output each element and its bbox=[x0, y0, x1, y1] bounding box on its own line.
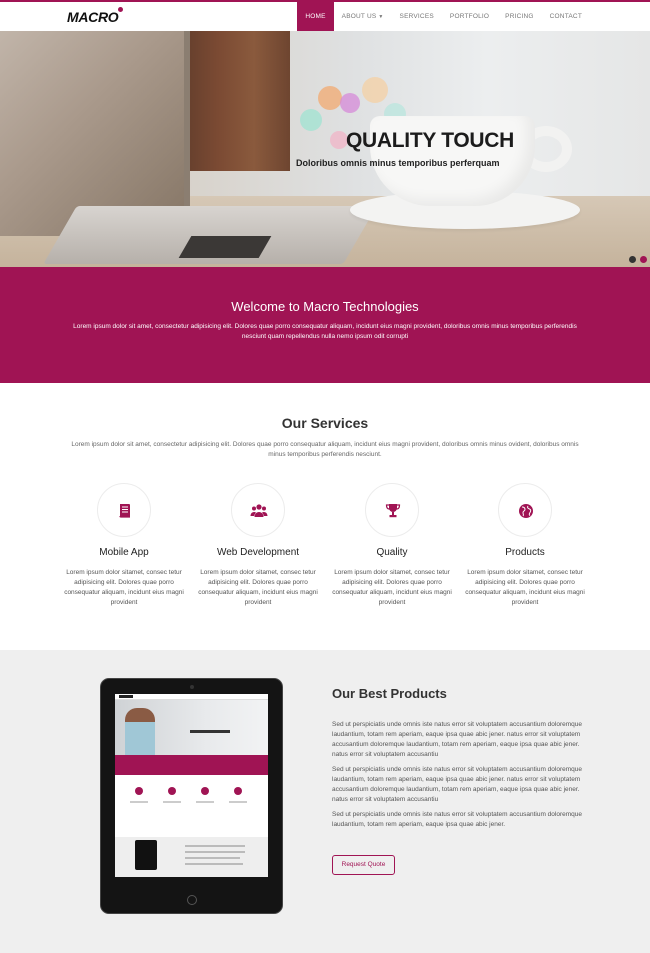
mini-logo bbox=[119, 695, 133, 698]
book-icon bbox=[119, 504, 130, 518]
mini-service-icon bbox=[168, 787, 176, 795]
service-text: Lorem ipsum dolor sitamet, consec tetur … bbox=[465, 569, 585, 606]
globe-icon bbox=[519, 504, 533, 518]
service-card-mobile-app: Mobile App Lorem ipsum dolor sitamet, co… bbox=[60, 483, 188, 608]
mini-service-line bbox=[196, 801, 214, 803]
tablet-mockup-image bbox=[100, 678, 283, 914]
mini-tablet bbox=[135, 840, 157, 870]
service-text: Lorem ipsum dolor sitamet, consec tetur … bbox=[64, 569, 184, 606]
nav-item-about-us-label: ABOUT US bbox=[341, 13, 377, 20]
mini-products bbox=[115, 837, 268, 877]
nav-item-contact[interactable]: CONTACT bbox=[542, 2, 590, 31]
service-title: Quality bbox=[376, 547, 408, 558]
bokeh-light bbox=[300, 109, 322, 131]
services-title: Our Services bbox=[281, 415, 369, 431]
service-icon-circle bbox=[498, 483, 552, 537]
welcome-text: Lorem ipsum dolor sit amet, consectetur … bbox=[73, 323, 577, 340]
service-text: Lorem ipsum dolor sitamet, consec tetur … bbox=[198, 569, 318, 606]
mini-service-line bbox=[229, 801, 247, 803]
products-title: Our Best Products bbox=[332, 686, 447, 701]
nav-item-portfolio[interactable]: PORTFOLIO bbox=[442, 2, 497, 31]
hero-title: QUALITY TOUCH bbox=[346, 129, 514, 152]
nav-item-home[interactable]: HOME bbox=[297, 2, 334, 31]
welcome-section: Welcome to Macro Technologies Lorem ipsu… bbox=[0, 267, 650, 383]
products-paragraph-3: Sed ut perspiciatis unde omnis iste natu… bbox=[332, 811, 583, 828]
nav-item-services[interactable]: SERVICES bbox=[392, 2, 442, 31]
bokeh-light bbox=[318, 86, 342, 110]
tablet-screen bbox=[115, 694, 268, 877]
service-title: Mobile App bbox=[99, 547, 149, 558]
trophy-icon bbox=[385, 504, 401, 518]
service-card-products: Products Lorem ipsum dolor sitamet, cons… bbox=[461, 483, 589, 608]
mini-welcome-band bbox=[115, 755, 268, 775]
service-icon-circle bbox=[97, 483, 151, 537]
slider-dot-1[interactable] bbox=[629, 256, 636, 263]
brand-logo[interactable]: MACRO bbox=[67, 7, 124, 25]
hero-keyboard-image bbox=[178, 236, 272, 258]
mini-service-icon bbox=[201, 787, 209, 795]
slider-dot-2[interactable] bbox=[640, 256, 647, 263]
request-quote-button[interactable]: Request Quote bbox=[332, 855, 395, 875]
caret-down-icon: ▼ bbox=[378, 14, 384, 20]
mini-hero-text bbox=[190, 730, 230, 733]
mini-service-line bbox=[163, 801, 181, 803]
mini-text-line bbox=[185, 863, 243, 865]
service-text: Lorem ipsum dolor sitamet, consec tetur … bbox=[332, 569, 452, 606]
users-icon bbox=[250, 504, 268, 517]
mini-services bbox=[115, 775, 268, 837]
hero-subtitle: Doloribus omnis minus temporibus perferq… bbox=[296, 158, 500, 168]
hero-slider: QUALITY TOUCH Doloribus omnis minus temp… bbox=[0, 31, 650, 267]
services-intro: Lorem ipsum dolor sit amet, consectetur … bbox=[71, 441, 579, 458]
tablet-home-button bbox=[187, 895, 197, 905]
products-paragraph-1: Sed ut perspiciatis unde omnis iste natu… bbox=[332, 721, 583, 758]
mini-text-line bbox=[185, 851, 245, 853]
service-icon-circle bbox=[231, 483, 285, 537]
service-title: Web Development bbox=[216, 547, 300, 558]
mini-hero bbox=[115, 700, 268, 755]
brand-name: MACRO bbox=[67, 9, 119, 25]
mini-service-icon bbox=[234, 787, 242, 795]
products-paragraph-2: Sed ut perspiciatis unde omnis iste natu… bbox=[332, 766, 583, 803]
mini-text-line bbox=[185, 845, 245, 847]
mini-text-line bbox=[185, 857, 240, 859]
mini-hero-person bbox=[125, 708, 155, 755]
top-navbar: MACRO HOME ABOUT US ▼ SERVICES PORTFOLIO … bbox=[0, 0, 650, 31]
nav-item-pricing[interactable]: PRICING bbox=[497, 2, 542, 31]
service-title: Products bbox=[505, 547, 545, 558]
tablet-camera bbox=[190, 685, 194, 689]
service-icon-circle bbox=[365, 483, 419, 537]
service-card-web-development: Web Development Lorem ipsum dolor sitame… bbox=[194, 483, 322, 608]
logo-accent-dot bbox=[118, 7, 124, 12]
mini-service-icon bbox=[135, 787, 143, 795]
service-card-quality: Quality Lorem ipsum dolor sitamet, conse… bbox=[328, 483, 456, 608]
bokeh-light bbox=[362, 77, 388, 103]
welcome-title: Welcome to Macro Technologies bbox=[231, 299, 419, 314]
nav-item-about-us[interactable]: ABOUT US ▼ bbox=[334, 2, 392, 31]
mini-service-line bbox=[130, 801, 148, 803]
main-menu: HOME ABOUT US ▼ SERVICES PORTFOLIO PRICIN… bbox=[297, 2, 590, 31]
bokeh-light bbox=[340, 93, 360, 113]
